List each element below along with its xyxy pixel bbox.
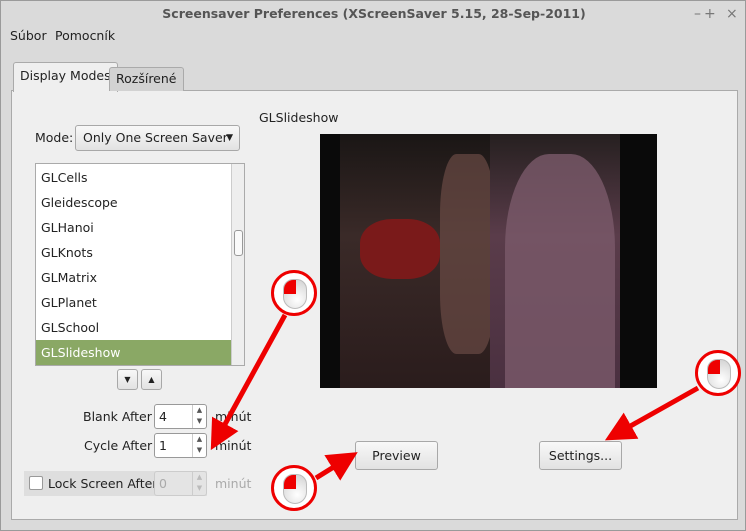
mouse-left-click-icon	[695, 350, 741, 396]
arrow-to-settings	[604, 385, 700, 441]
mouse-left-click-icon	[271, 465, 317, 511]
annotation-arrows	[210, 313, 700, 481]
arrow-to-preview	[314, 452, 358, 481]
mouse-left-click-icon	[271, 270, 317, 316]
arrow-to-spinners	[210, 313, 288, 451]
